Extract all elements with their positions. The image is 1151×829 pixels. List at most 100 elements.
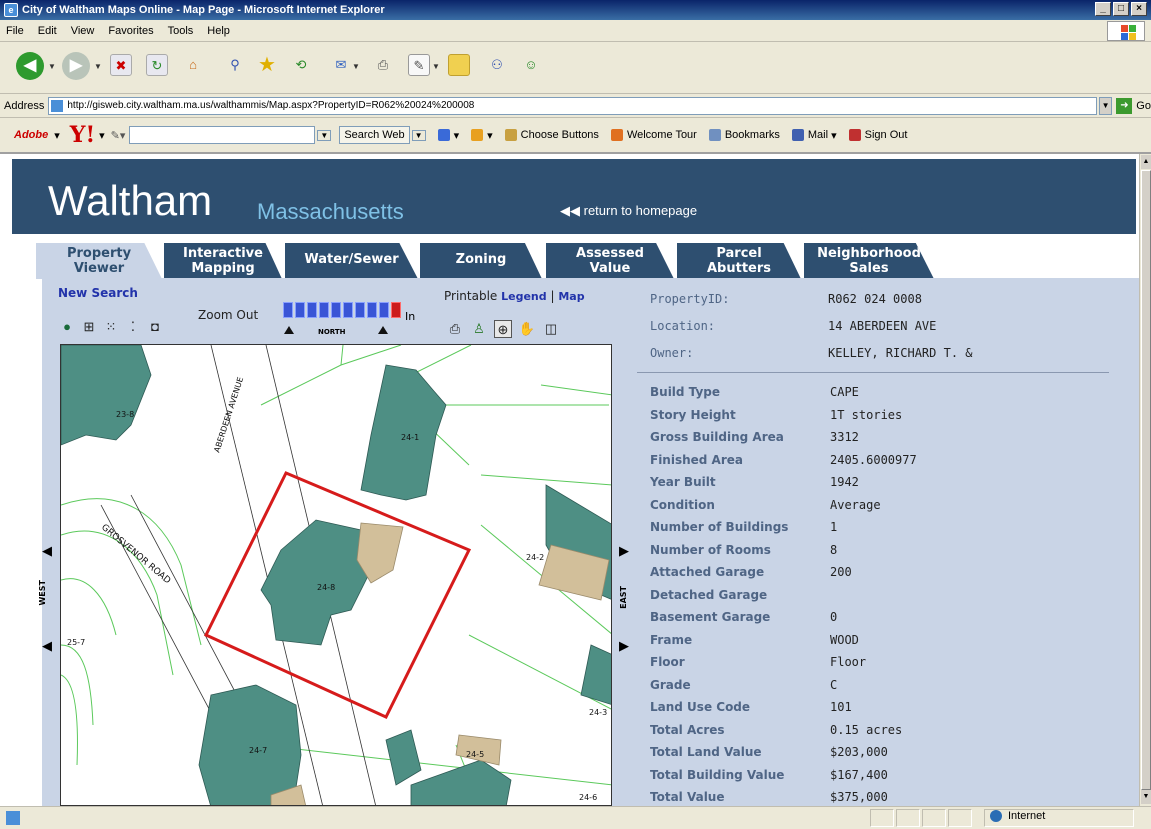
tab-neighborhood-sales[interactable]: Neighborhood Sales (804, 243, 934, 279)
search-web-dropdown-icon[interactable]: ▼ (411, 129, 426, 141)
printable-legend-link[interactable]: Legend (501, 290, 547, 303)
zoom-level-segment[interactable] (355, 302, 365, 318)
property-detail-label: Condition (650, 497, 715, 512)
scroll-thumb[interactable] (1141, 170, 1151, 790)
print-icon[interactable]: ⎙ (372, 54, 394, 76)
zoom-level-segment[interactable] (331, 302, 341, 318)
tab-assessed-value[interactable]: Assessed Value (546, 243, 674, 279)
pan-southwest-arrow-icon[interactable]: ◀ (42, 638, 52, 654)
pan-southeast-arrow-icon[interactable]: ▶ (619, 638, 629, 654)
go-button[interactable]: Go (1136, 100, 1151, 112)
page-icon (51, 99, 64, 112)
back-dropdown-icon[interactable]: ▼ (48, 62, 56, 71)
return-home-link[interactable]: ◀◀ return to homepage (560, 203, 697, 219)
new-search-link[interactable]: New Search (58, 286, 138, 300)
city-logo[interactable]: Waltham (48, 177, 212, 225)
map-canvas[interactable]: ABERDEEN AVENUE GROSVENOR ROAD 23-8 24-1… (61, 345, 612, 806)
zoom-level-segment[interactable] (307, 302, 317, 318)
menu-tools[interactable]: Tools (168, 25, 194, 37)
search-dropdown-icon[interactable]: ▼ (317, 129, 332, 141)
property-detail-label: Gross Building Area (650, 430, 784, 444)
zoom-level-segment[interactable] (379, 302, 389, 318)
choose-buttons-link[interactable]: Choose Buttons (504, 129, 599, 141)
research-icon[interactable]: ⚇ (486, 54, 508, 76)
mail-label: Mail (807, 129, 829, 141)
zoom-level-segment[interactable] (343, 302, 353, 318)
zoom-level-segment[interactable] (319, 302, 329, 318)
tab-interactive-mapping[interactable]: Interactive Mapping (164, 243, 282, 279)
property-detail-label: Year Built (650, 475, 716, 489)
globe-icon[interactable]: ● (58, 318, 76, 336)
info-tool-icon[interactable]: ◫ (542, 320, 560, 338)
discuss-icon[interactable] (448, 54, 470, 76)
yahoo-search-input[interactable] (129, 126, 316, 144)
zoom-level-segment[interactable] (367, 302, 377, 318)
print-map-icon[interactable]: ⎙ (446, 320, 464, 338)
edit-icon[interactable]: ✎ (408, 54, 430, 76)
pencil-icon[interactable]: ✎▾ (111, 129, 126, 142)
mail-link[interactable]: Mail ▾ (791, 129, 837, 142)
close-button[interactable]: × (1131, 2, 1147, 16)
parcel-label-24-3: 24-3 (589, 708, 607, 717)
yahoo-logo[interactable]: Y! (70, 122, 95, 148)
printable-map-link[interactable]: Map (558, 290, 584, 303)
menu-help[interactable]: Help (207, 25, 230, 37)
mail-icon[interactable]: ✉ (330, 54, 352, 76)
edit-dropdown-icon[interactable]: ▼ (432, 62, 440, 71)
zoom-box-icon[interactable]: ◘ (146, 318, 164, 336)
parcel-label-24-8: 24-8 (317, 583, 335, 592)
zoom-level-segment[interactable] (283, 302, 293, 318)
back-icon[interactable]: ◀ (16, 52, 44, 80)
go-arrow-icon[interactable]: ➜ (1116, 97, 1133, 114)
search-web-button[interactable]: Search Web (339, 126, 410, 144)
highlight-icon[interactable]: ▾ (437, 129, 459, 142)
zoom-level-segment[interactable] (295, 302, 305, 318)
pan-west-arrow-icon[interactable]: ◀ (42, 543, 52, 559)
yahoo-dropdown-icon[interactable]: ▾ (99, 129, 105, 142)
zoom-level-segment[interactable] (391, 302, 401, 318)
vertical-scrollbar[interactable]: ▲ ▼ (1139, 154, 1151, 806)
favorites-star-icon[interactable]: ★ (256, 54, 278, 76)
scroll-up-icon[interactable]: ▲ (1141, 155, 1151, 169)
welcome-tour-link[interactable]: Welcome Tour (610, 129, 697, 141)
adobe-dropdown-icon[interactable]: ▾ (54, 129, 60, 142)
messenger-icon[interactable]: ☺ (520, 54, 542, 76)
search-icon[interactable]: ⚲ (224, 54, 246, 76)
tab-water-sewer[interactable]: Water/Sewer (285, 243, 418, 279)
tab-parcel-abutters[interactable]: Parcel Abutters (677, 243, 801, 279)
street-label-grosvenor: GROSVENOR ROAD (99, 523, 172, 587)
toolbar-options-icon[interactable]: ▾ (471, 129, 493, 142)
stop-icon[interactable]: ✖ (110, 54, 132, 76)
forward-dropdown-icon[interactable]: ▼ (94, 62, 102, 71)
menu-edit[interactable]: Edit (38, 25, 57, 37)
forward-icon[interactable]: ▶ (62, 52, 90, 80)
zoom-full-icon[interactable]: ⁙ (102, 318, 120, 336)
identify-user-icon[interactable]: ♙ (470, 320, 488, 338)
tab-zoning[interactable]: Zoning (420, 243, 542, 279)
tab-property-viewer[interactable]: Property Viewer (36, 243, 162, 279)
refresh-icon[interactable]: ↻ (146, 54, 168, 76)
minimize-button[interactable]: _ (1095, 2, 1111, 16)
parcel-map[interactable]: ABERDEEN AVENUE GROSVENOR ROAD 23-8 24-1… (60, 344, 612, 806)
pan-east-arrow-icon[interactable]: ▶ (619, 543, 629, 559)
maximize-button[interactable]: □ (1113, 2, 1129, 16)
address-input[interactable]: http://gisweb.city.waltham.ma.us/waltham… (48, 96, 1097, 115)
zoom-slider[interactable] (283, 302, 401, 318)
menu-view[interactable]: View (71, 25, 95, 37)
scroll-down-icon[interactable]: ▼ (1141, 790, 1151, 804)
home-icon[interactable]: ⌂ (182, 54, 204, 76)
property-detail-value: Floor (830, 655, 867, 669)
zoom-extent-icon[interactable]: ⊞ (80, 318, 98, 336)
menu-favorites[interactable]: Favorites (108, 25, 153, 37)
adobe-button[interactable]: Adobe (14, 129, 48, 141)
mail-dropdown-icon[interactable]: ▼ (352, 62, 360, 71)
parcel-label-24-5: 24-5 (466, 750, 484, 759)
sign-out-link[interactable]: Sign Out (848, 129, 907, 141)
pan-hand-icon[interactable]: ✋ (518, 320, 536, 338)
history-icon[interactable]: ⟲ (290, 54, 312, 76)
menu-file[interactable]: File (6, 25, 24, 37)
address-dropdown-icon[interactable]: ▼ (1098, 96, 1113, 115)
zoom-fit-icon[interactable]: ⁚ (124, 318, 142, 336)
bookmarks-link[interactable]: Bookmarks (708, 129, 780, 141)
zoom-in-tool-icon[interactable]: ⊕ (494, 320, 512, 338)
